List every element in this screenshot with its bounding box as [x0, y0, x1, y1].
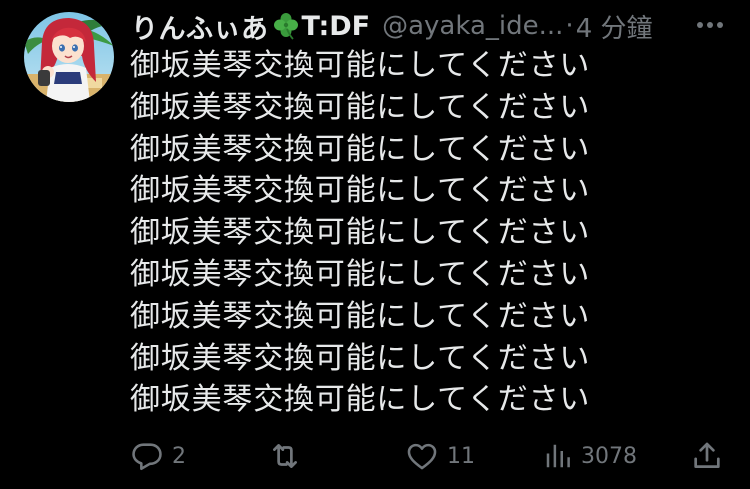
tweet-text-line: 御坂美琴交換可能にしてください: [130, 298, 591, 334]
display-name[interactable]: りんふぃあ: [131, 7, 269, 46]
reply-count: 2: [172, 443, 186, 469]
tweet-header: りんふぃあ T:DF @ayaka_ide... · 4 分鐘: [131, 4, 731, 48]
share-button[interactable]: [690, 436, 724, 476]
action-bar: 2 11 3078: [0, 436, 750, 476]
reply-button[interactable]: 2: [130, 436, 186, 476]
tweet[interactable]: りんふぃあ T:DF @ayaka_ide... · 4 分鐘 御坂美琴交換可能…: [0, 0, 750, 489]
tweet-text-line: 御坂美琴交換可能にしてください: [130, 215, 591, 251]
tweet-text-line: 御坂美琴交換可能にしてください: [130, 131, 591, 167]
share-icon: [694, 442, 720, 468]
retweet-icon: [273, 444, 297, 468]
tweet-text-line: 御坂美琴交換可能にしてください: [130, 382, 591, 418]
separator-dot: ·: [565, 11, 574, 41]
tweet-text-line: 御坂美琴交換可能にしてください: [130, 256, 591, 292]
four-leaf-clover-icon: [271, 11, 301, 41]
username-handle[interactable]: @ayaka_ide...: [382, 11, 563, 41]
views-button[interactable]: 3078: [543, 436, 637, 476]
reply-icon: [132, 443, 162, 471]
heart-icon: [407, 443, 437, 470]
tweet-text-line: 御坂美琴交換可能にしてください: [130, 48, 591, 83]
name-suffix: T:DF: [301, 10, 371, 42]
avatar-image: [24, 12, 114, 102]
like-count: 11: [447, 443, 475, 469]
tweet-text-line: 御坂美琴交換可能にしてください: [130, 173, 591, 209]
avatar[interactable]: [24, 12, 114, 102]
tweet-text-line: 御坂美琴交換可能にしてください: [130, 89, 591, 125]
like-button[interactable]: 11: [405, 436, 475, 476]
retweet-button[interactable]: [267, 436, 311, 476]
tweet-text: 御坂美琴交換可能にしてください 御坂美琴交換可能にしてください 御坂美琴交換可能…: [130, 45, 730, 421]
more-dots-icon: [697, 22, 723, 28]
timestamp[interactable]: 4 分鐘: [576, 8, 653, 45]
analytics-icon: [546, 444, 570, 468]
views-count: 3078: [581, 443, 637, 469]
tweet-text-line: 御坂美琴交換可能にしてください: [130, 340, 591, 376]
more-options-button[interactable]: [693, 10, 727, 40]
